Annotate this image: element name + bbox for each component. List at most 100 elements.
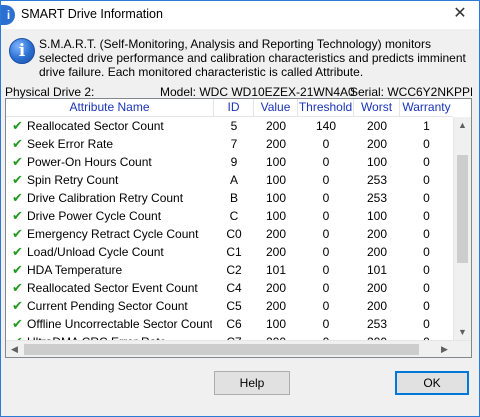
scroll-left-icon[interactable]: ◀ — [6, 341, 23, 357]
warranty-cell: 1 — [423, 119, 430, 133]
table-row[interactable]: ✔ Emergency Retract Cycle Count C0 200 0 200 0 — [6, 225, 453, 243]
attribute-name-cell: ✔ Reallocated Sector Count — [12, 117, 212, 135]
table-row[interactable]: ✔ Drive Calibration Retry Count B 100 0 253 0 — [6, 189, 453, 207]
warranty-cell: 0 — [423, 245, 430, 259]
attribute-name-label: Reallocated Sector Count — [27, 119, 164, 133]
threshold-cell: 0 — [322, 281, 330, 295]
attribute-name-label: Seek Error Rate — [27, 137, 114, 151]
smart-dialog-window: i SMART Drive Information ✕ i S.M.A.R.T.… — [0, 0, 480, 417]
threshold-cell: 0 — [322, 299, 330, 313]
value-cell: 100 — [265, 317, 287, 331]
warranty-cell: 0 — [423, 263, 430, 277]
attribute-name-label: Drive Power Cycle Count — [27, 209, 162, 223]
drive-info-line: Physical Drive 2: Model: WDC WD10EZEX-21… — [5, 85, 477, 99]
worst-cell: 200 — [366, 245, 388, 259]
close-icon[interactable]: ✕ — [451, 4, 469, 24]
attribute-id-cell: 5 — [230, 119, 238, 133]
column-header-value[interactable]: Value — [254, 99, 298, 117]
threshold-cell: 0 — [322, 245, 330, 259]
attribute-id-cell: 7 — [230, 137, 238, 151]
value-cell: 200 — [265, 227, 287, 241]
column-header-warranty[interactable]: Warranty — [400, 99, 453, 117]
threshold-cell: 0 — [322, 317, 330, 331]
attribute-name-label: Drive Calibration Retry Count — [27, 191, 184, 205]
title-bar[interactable]: i SMART Drive Information ✕ — [1, 1, 479, 29]
ok-button[interactable]: OK — [395, 371, 469, 395]
check-icon: ✔ — [12, 316, 23, 331]
attribute-name-cell: ✔ Spin Retry Count — [12, 171, 212, 189]
attribute-name-label: Power-On Hours Count — [27, 155, 152, 169]
attributes-table[interactable]: Attribute Name ID Value Threshold Worst … — [5, 98, 472, 358]
attribute-name-label: Emergency Retract Cycle Count — [27, 227, 199, 241]
column-header-id[interactable]: ID — [214, 99, 254, 117]
scroll-right-icon[interactable]: ▶ — [436, 341, 453, 357]
value-cell: 200 — [265, 119, 287, 133]
warranty-cell: 0 — [423, 173, 430, 187]
attribute-name-cell: ✔ Current Pending Sector Count — [12, 297, 212, 315]
table-row[interactable]: ✔ HDA Temperature C2 101 0 101 0 — [6, 261, 453, 279]
value-cell: 100 — [265, 191, 287, 205]
resize-grip-icon[interactable] — [466, 403, 476, 413]
worst-cell: 253 — [366, 317, 388, 331]
help-button[interactable]: Help — [214, 371, 290, 395]
value-cell: 200 — [265, 299, 287, 313]
warranty-cell: 0 — [423, 155, 430, 169]
attribute-id-cell: C — [229, 209, 239, 223]
window-title: SMART Drive Information — [21, 7, 163, 21]
worst-cell: 100 — [366, 209, 388, 223]
scroll-up-icon[interactable]: ▲ — [454, 117, 471, 134]
attribute-id-cell: 9 — [230, 155, 238, 169]
attribute-name-label: Load/Unload Cycle Count — [27, 245, 164, 259]
check-icon: ✔ — [12, 262, 23, 277]
warranty-cell: 0 — [423, 209, 430, 223]
attribute-id-cell: C6 — [226, 317, 242, 331]
attribute-id-cell: A — [229, 173, 238, 187]
table-row[interactable]: ✔ Reallocated Sector Count 5 200 140 200 1 — [6, 117, 453, 135]
threshold-cell: 0 — [322, 263, 330, 277]
check-icon: ✔ — [12, 172, 23, 187]
check-icon: ✔ — [12, 136, 23, 151]
threshold-cell: 0 — [322, 209, 330, 223]
table-header: Attribute Name ID Value Threshold Worst … — [6, 99, 453, 117]
table-row[interactable]: ✔ Current Pending Sector Count C5 200 0 200 0 — [6, 297, 453, 315]
table-row[interactable]: ✔ Offline Uncorrectable Sector Count C6 100… — [6, 315, 453, 333]
vertical-scrollbar[interactable]: ▲ ▼ — [453, 117, 471, 341]
table-body: ✔ Reallocated Sector Count 5 200 140 200 1 ✔ See… — [6, 117, 453, 341]
warranty-cell: 0 — [423, 191, 430, 205]
attribute-name-cell: ✔ Reallocated Sector Event Count — [12, 279, 212, 297]
horizontal-scroll-thumb[interactable] — [24, 344, 419, 355]
warranty-cell: 0 — [423, 299, 430, 313]
column-header-threshold[interactable]: Threshold — [298, 99, 354, 117]
check-icon: ✔ — [12, 298, 23, 313]
value-cell: 200 — [265, 245, 287, 259]
attribute-name-cell: ✔ Offline Uncorrectable Sector Count — [12, 315, 212, 333]
vertical-scroll-thumb[interactable] — [457, 155, 468, 263]
table-row[interactable]: ✔ Seek Error Rate 7 200 0 200 0 — [6, 135, 453, 153]
table-row[interactable]: ✔ Load/Unload Cycle Count C1 200 0 200 0 — [6, 243, 453, 261]
column-header-worst[interactable]: Worst — [354, 99, 400, 117]
scroll-down-icon[interactable]: ▼ — [454, 324, 471, 341]
check-icon: ✔ — [12, 118, 23, 133]
value-cell: 200 — [265, 281, 287, 295]
column-header-attribute-name[interactable]: Attribute Name — [6, 99, 214, 117]
threshold-cell: 0 — [322, 137, 330, 151]
table-row[interactable]: ✔ Spin Retry Count A 100 0 253 0 — [6, 171, 453, 189]
check-icon: ✔ — [12, 154, 23, 169]
value-cell: 100 — [265, 173, 287, 187]
table-row[interactable]: ✔ Reallocated Sector Event Count C4 200 0 200… — [6, 279, 453, 297]
worst-cell: 101 — [366, 263, 388, 277]
table-row[interactable]: ✔ Drive Power Cycle Count C 100 0 100 0 — [6, 207, 453, 225]
worst-cell: 200 — [366, 281, 388, 295]
attribute-name-label: Reallocated Sector Event Count — [27, 281, 198, 295]
worst-cell: 200 — [366, 119, 388, 133]
attribute-name-cell: ✔ Load/Unload Cycle Count — [12, 243, 212, 261]
attribute-id-cell: C0 — [226, 227, 242, 241]
threshold-cell: 0 — [322, 227, 330, 241]
threshold-cell: 0 — [322, 191, 330, 205]
attribute-name-cell: ✔ Seek Error Rate — [12, 135, 212, 153]
drive-model: Model: WDC WD10EZEX-21WN4A0 — [160, 85, 355, 99]
table-row[interactable]: ✔ Power-On Hours Count 9 100 0 100 0 — [6, 153, 453, 171]
horizontal-scrollbar[interactable]: ◀ ▶ — [6, 340, 471, 357]
worst-cell: 200 — [366, 137, 388, 151]
attribute-name-label: Current Pending Sector Count — [27, 299, 188, 313]
